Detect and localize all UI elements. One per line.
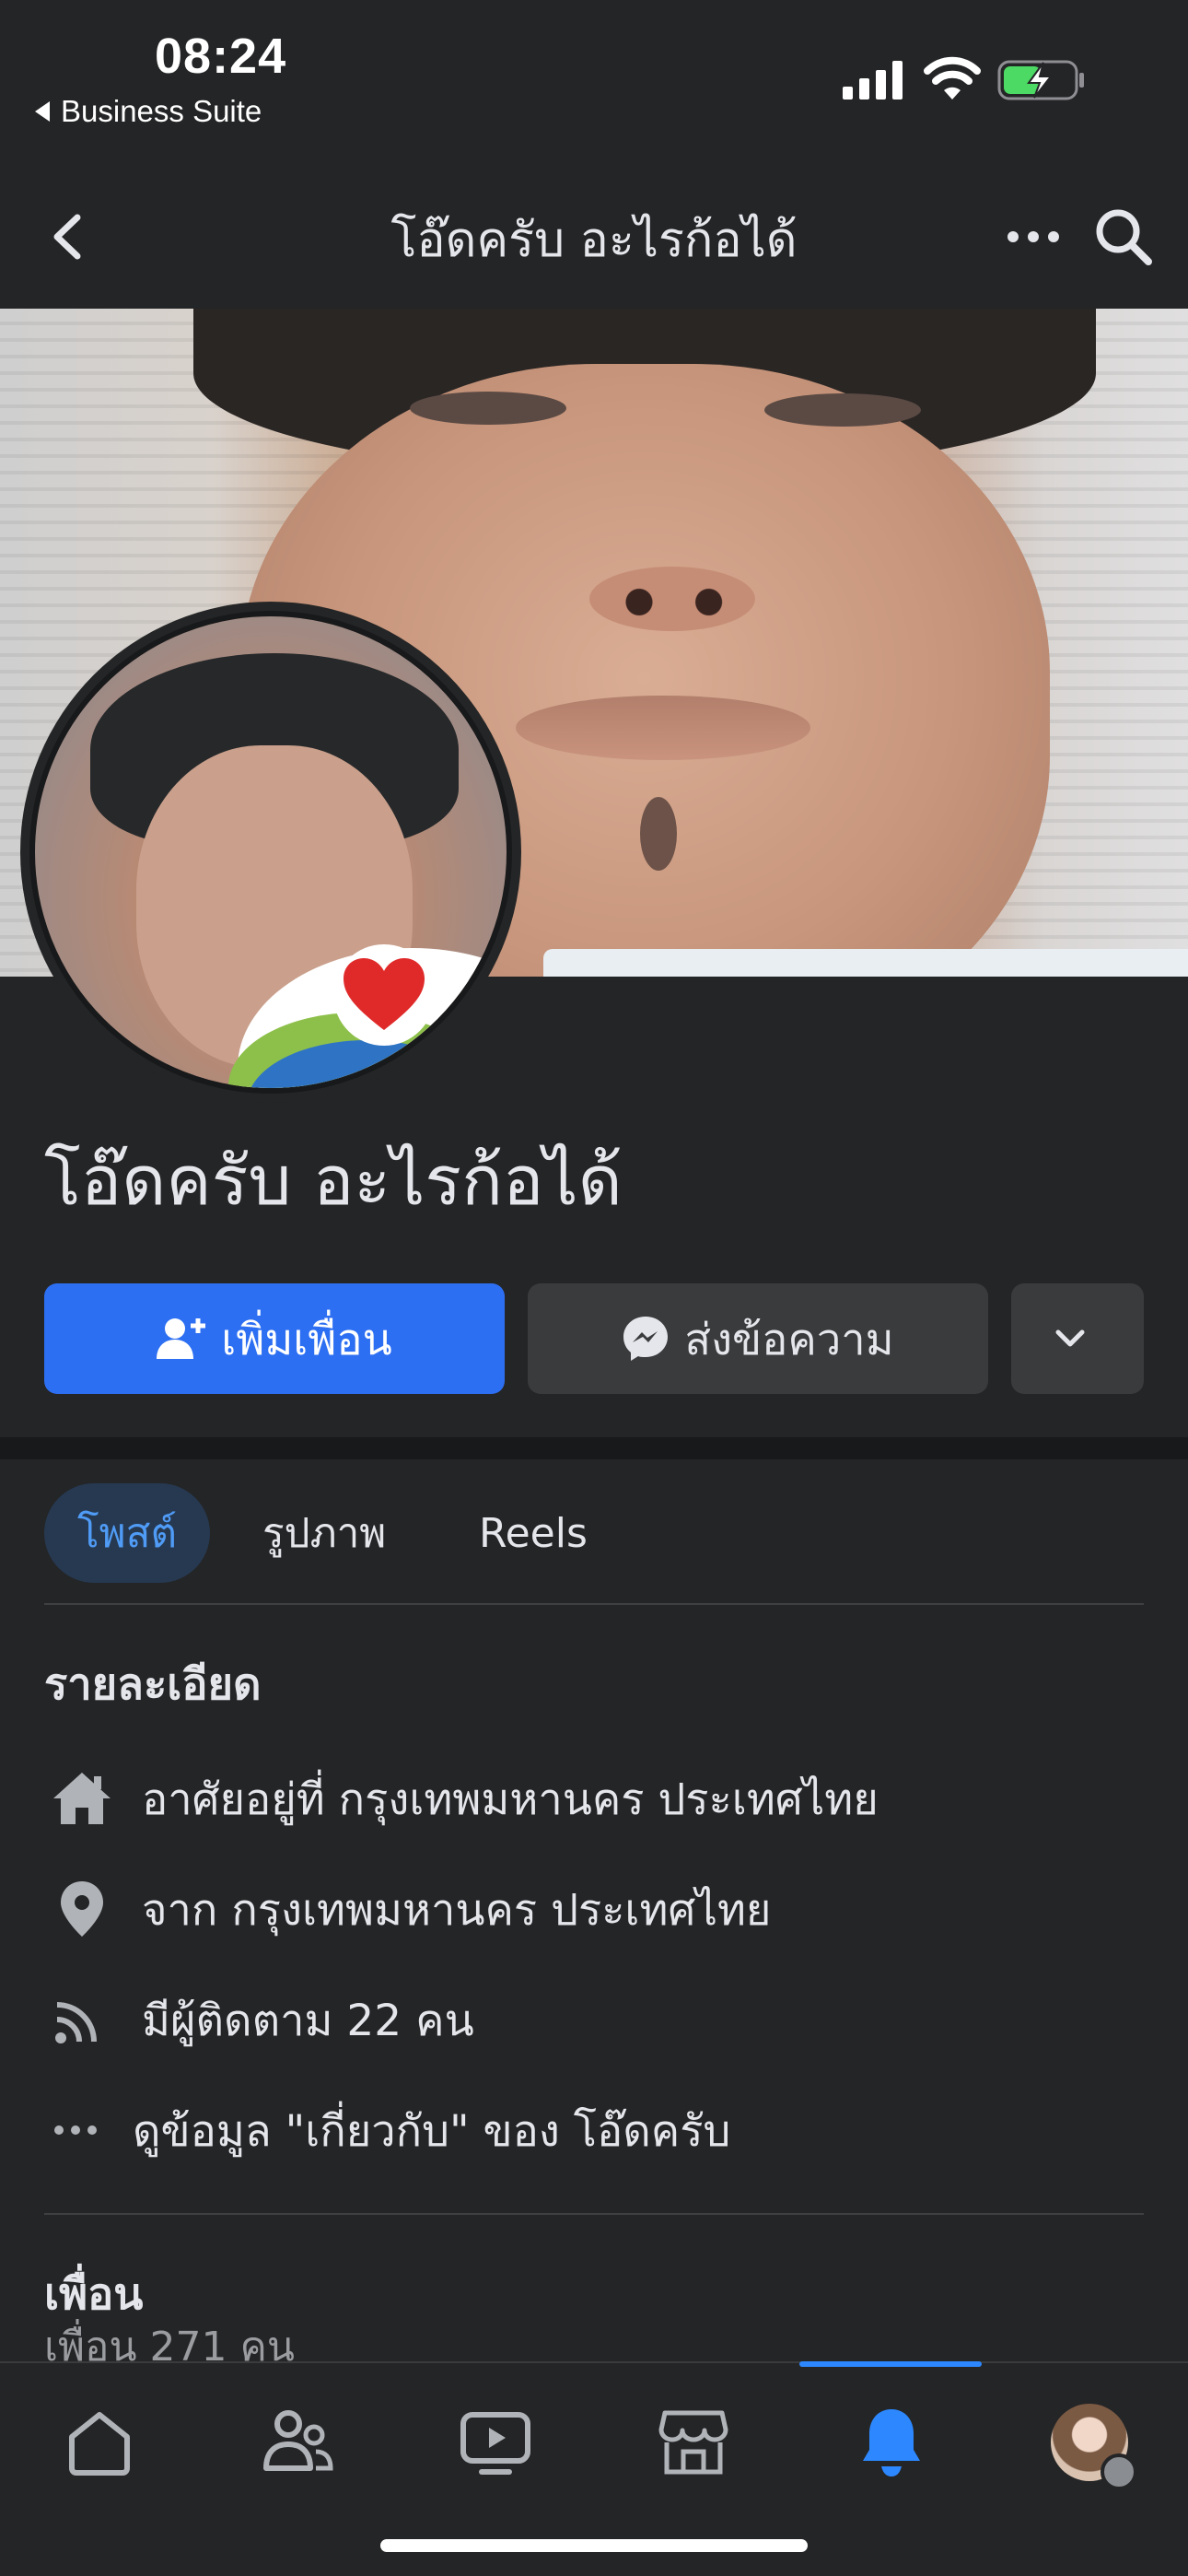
- home-icon: [69, 2412, 130, 2476]
- nav-friends[interactable]: [251, 2396, 344, 2488]
- more-actions-button[interactable]: [1011, 1283, 1144, 1394]
- chevron-down-icon: [1055, 1329, 1085, 1347]
- heart-shape: [344, 958, 425, 1030]
- more-dots-icon: [44, 2098, 123, 2162]
- profile-header-bar: โอ๊ดครับ อะไรก้อได้: [0, 175, 1188, 309]
- detail-lives-in-text: อาศัยอยู่ที่ กรุงเทพมหานคร ประเทศไทย: [142, 1774, 879, 1825]
- send-message-label: ส่งข้อความ: [684, 1314, 894, 1365]
- home-icon: [44, 1766, 123, 1831]
- tabs-divider: [44, 1603, 1144, 1605]
- cover-mouth: [516, 696, 810, 760]
- friends-icon: [263, 2410, 333, 2471]
- detail-from-text: จาก กรุงเทพมหานคร ประเทศไทย: [142, 1884, 772, 1936]
- search-icon[interactable]: [1091, 205, 1156, 269]
- add-friend-button[interactable]: เพิ่มเพื่อน: [44, 1283, 505, 1394]
- location-pin-icon: [44, 1877, 123, 1941]
- home-indicator: [380, 2539, 808, 2552]
- cover-eye-right: [764, 393, 921, 427]
- back-to-business-suite[interactable]: Business Suite: [35, 94, 262, 129]
- rss-feed-icon: [44, 1987, 123, 2052]
- tab-reels[interactable]: Reels: [479, 1483, 588, 1583]
- tab-photos[interactable]: รูปภาพ: [262, 1483, 386, 1583]
- detail-see-about[interactable]: ดูข้อมูล "เกี่ยวกับ" ของ โอ๊ดครับ: [44, 2089, 730, 2172]
- cover-sign: [543, 949, 1188, 977]
- status-time: 08:24: [155, 29, 287, 84]
- add-friend-label: เพิ่มเพื่อน: [221, 1314, 392, 1365]
- more-options-icon[interactable]: [1004, 214, 1063, 260]
- heart-icon: [333, 944, 435, 1046]
- messenger-icon: [623, 1317, 669, 1361]
- detail-lives-in[interactable]: อาศัยอยู่ที่ กรุงเทพมหานคร ประเทศไทย: [44, 1757, 879, 1840]
- profile-photo: [29, 611, 512, 1094]
- send-message-button[interactable]: ส่งข้อความ: [528, 1283, 988, 1394]
- menu-lines-icon: [1101, 2453, 1137, 2490]
- details-divider: [44, 2213, 1144, 2215]
- back-triangle-icon: [35, 101, 50, 122]
- notifications-icon: [863, 2409, 920, 2476]
- detail-followers[interactable]: มีผู้ติดตาม 22 คน: [44, 1978, 474, 2061]
- profile-picture[interactable]: [20, 602, 521, 1103]
- profile-menu-avatar: [1051, 2404, 1137, 2490]
- cover-nose: [589, 567, 755, 631]
- add-friend-icon: [157, 1318, 206, 1359]
- nav-home[interactable]: [53, 2396, 146, 2488]
- section-divider: [0, 1437, 1188, 1459]
- video-icon: [460, 2412, 530, 2475]
- cover-beard: [640, 797, 677, 871]
- detail-from[interactable]: จาก กรุงเทพมหานคร ประเทศไทย: [44, 1868, 771, 1950]
- marketplace-icon: [658, 2410, 728, 2475]
- nav-profile-menu[interactable]: [1043, 2396, 1137, 2490]
- cover-eye-left: [410, 392, 566, 425]
- status-bar: 08:24 Business Suite: [0, 0, 1188, 175]
- detail-see-about-text: ดูข้อมูล "เกี่ยวกับ" ของ โอ๊ดครับ: [133, 2105, 731, 2157]
- details-title: รายละเอียด: [44, 1659, 262, 1710]
- active-tab-indicator: [799, 2361, 982, 2367]
- battery-charging-icon: [997, 60, 1084, 100]
- nav-marketplace[interactable]: [647, 2396, 740, 2488]
- back-app-label: Business Suite: [61, 94, 262, 128]
- profile-name: โอ๊ดครับ อะไรก้อได้: [44, 1142, 623, 1221]
- nav-video[interactable]: [449, 2396, 542, 2488]
- tab-posts[interactable]: โพสต์: [44, 1483, 210, 1583]
- wifi-icon: [924, 56, 981, 100]
- nav-notifications[interactable]: [845, 2396, 938, 2488]
- detail-followers-text: มีผู้ติดตาม 22 คน: [142, 1995, 474, 2046]
- cellular-signal-icon: [843, 61, 903, 100]
